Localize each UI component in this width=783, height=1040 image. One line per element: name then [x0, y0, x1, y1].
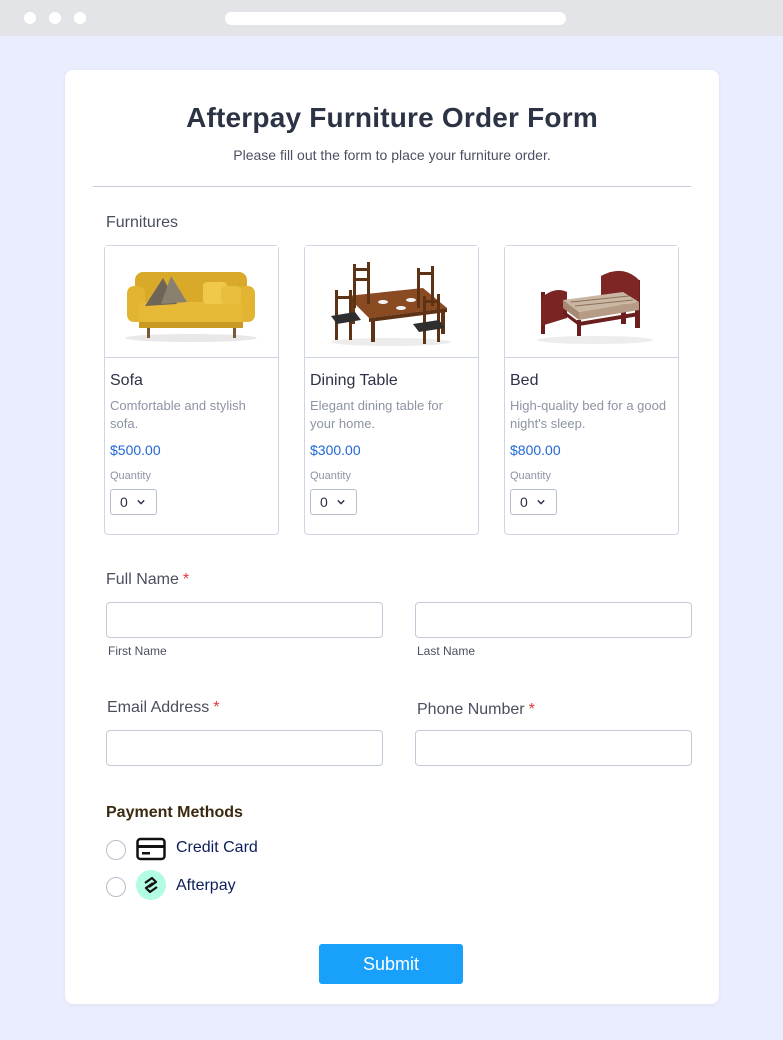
payment-methods-label: Payment Methods — [106, 804, 243, 821]
dining-table-image — [305, 246, 478, 358]
quantity-label: Quantity — [310, 470, 351, 482]
product-price: $800.00 — [510, 442, 561, 458]
product-description: High-quality bed for a good night's slee… — [510, 398, 667, 431]
full-name-label-text: Full Name — [106, 571, 179, 588]
afterpay-icon — [136, 870, 166, 900]
email-label-text: Email Address — [107, 699, 210, 716]
address-bar[interactable] — [225, 12, 566, 25]
quantity-select[interactable]: 0 — [110, 489, 157, 515]
quantity-select[interactable]: 0 — [510, 489, 557, 515]
sofa-image — [105, 246, 278, 358]
product-description: Comfortable and stylish sofa. — [110, 398, 246, 431]
product-card-sofa: Sofa Comfortable and stylish sofa. $500.… — [104, 245, 279, 535]
chevron-down-icon — [137, 499, 145, 505]
required-mark: * — [213, 699, 220, 716]
window-control-dot[interactable] — [74, 12, 86, 24]
chevron-down-icon — [537, 499, 545, 505]
quantity-select[interactable]: 0 — [310, 489, 357, 515]
credit-card-radio[interactable] — [106, 840, 126, 860]
submit-button[interactable]: Submit — [319, 944, 463, 984]
form-card: Afterpay Furniture Order Form Please fil… — [65, 70, 719, 1004]
credit-card-icon — [136, 837, 166, 861]
afterpay-label[interactable]: Afterpay — [176, 877, 236, 895]
quantity-label: Quantity — [110, 470, 151, 482]
afterpay-radio[interactable] — [106, 877, 126, 897]
window-control-dot[interactable] — [49, 12, 61, 24]
product-name: Sofa — [110, 372, 143, 389]
last-name-input[interactable] — [415, 602, 692, 638]
quantity-value: 0 — [120, 494, 128, 510]
form-subtitle: Please fill out the form to place your f… — [233, 147, 551, 163]
product-price: $300.00 — [310, 442, 361, 458]
last-name-sublabel: Last Name — [417, 644, 476, 658]
first-name-input[interactable] — [106, 602, 383, 638]
product-card-bed: Bed High-quality bed for a good night's … — [504, 245, 679, 535]
required-mark: * — [528, 701, 535, 718]
email-input[interactable] — [106, 730, 383, 766]
window-control-dot[interactable] — [24, 12, 36, 24]
phone-label-text: Phone Number — [417, 701, 525, 718]
first-name-sublabel: First Name — [108, 644, 167, 658]
email-label: Email Address * — [107, 699, 220, 717]
full-name-label: Full Name * — [106, 571, 189, 589]
phone-input[interactable] — [415, 730, 692, 766]
product-name: Bed — [510, 372, 539, 389]
bed-image — [505, 246, 678, 358]
credit-card-label[interactable]: Credit Card — [176, 839, 258, 857]
chevron-down-icon — [337, 499, 345, 505]
browser-title-bar — [0, 0, 783, 36]
product-description: Elegant dining table for your home. — [310, 398, 443, 431]
quantity-label: Quantity — [510, 470, 551, 482]
product-card-dining-table: Dining Table Elegant dining table for yo… — [304, 245, 479, 535]
header-divider — [93, 186, 691, 187]
form-title: Afterpay Furniture Order Form — [186, 102, 598, 133]
quantity-value: 0 — [520, 494, 528, 510]
product-price: $500.00 — [110, 442, 161, 458]
quantity-value: 0 — [320, 494, 328, 510]
furnitures-label: Furnitures — [106, 214, 179, 231]
product-name: Dining Table — [310, 372, 398, 389]
required-mark: * — [182, 571, 190, 588]
phone-label: Phone Number * — [417, 701, 535, 719]
